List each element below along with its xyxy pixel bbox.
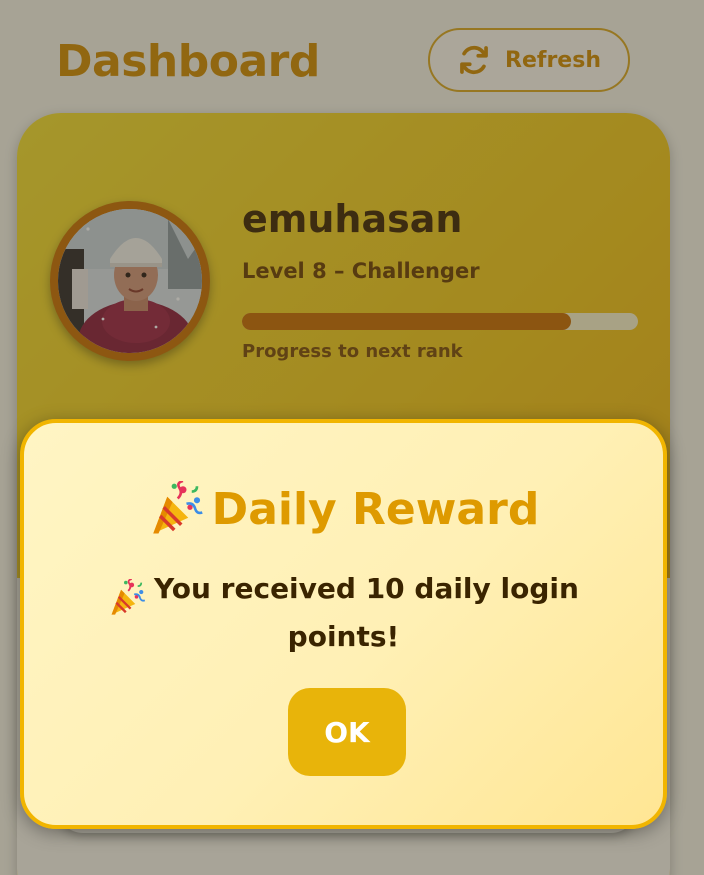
party-popper-icon xyxy=(148,481,204,537)
ok-button[interactable]: OK xyxy=(288,688,406,776)
party-popper-icon xyxy=(108,579,146,617)
dialog-message: You received 10 daily login points! xyxy=(94,565,593,661)
dialog-message-text: You received 10 daily login points! xyxy=(154,572,579,653)
dialog-title: Daily Reward xyxy=(24,481,663,537)
dialog-title-text: Daily Reward xyxy=(211,483,540,535)
daily-reward-dialog: Daily Reward You received 10 daily login… xyxy=(20,419,667,829)
